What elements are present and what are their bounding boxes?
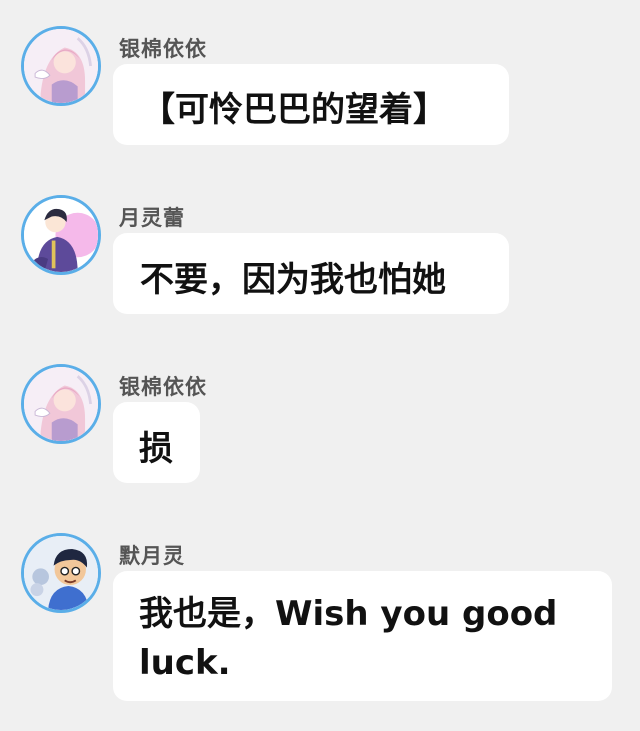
sender-avatar[interactable] <box>21 533 101 613</box>
sender-avatar[interactable] <box>21 26 101 106</box>
message-bubble[interactable]: 【可怜巴巴的望着】 <box>113 64 509 145</box>
sender-avatar[interactable] <box>21 364 101 444</box>
purple-uniform-character-avatar-icon <box>24 198 98 272</box>
sender-avatar[interactable] <box>21 195 101 275</box>
sender-name: 银棉依依 <box>119 37 207 61</box>
message-bubble[interactable]: 不要，因为我也怕她 <box>113 233 509 314</box>
sender-name: 默月灵 <box>119 544 185 568</box>
pink-haired-girl-avatar-icon <box>24 367 98 441</box>
sender-name: 银棉依依 <box>119 375 207 399</box>
cartoon-boy-avatar-icon <box>24 536 98 610</box>
pink-haired-girl-avatar-icon <box>24 29 98 103</box>
message-bubble[interactable]: 损 <box>113 402 200 483</box>
message-bubble[interactable]: 我也是，Wish you good luck. <box>113 571 612 701</box>
sender-name: 月灵蕾 <box>119 206 185 230</box>
